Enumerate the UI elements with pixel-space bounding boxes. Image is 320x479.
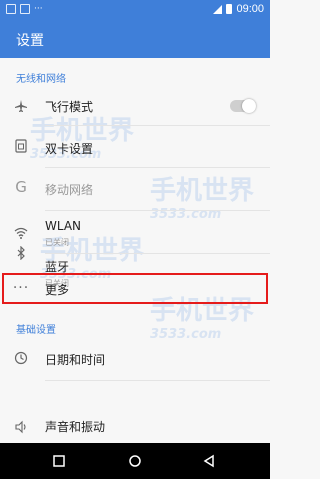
- row-label: 双卡设置: [45, 142, 94, 156]
- section-header-basic: 基础设置: [16, 325, 56, 336]
- settings-row-sound[interactable]: 声音和振动: [0, 412, 270, 442]
- status-time: 09:00: [236, 3, 264, 15]
- signal-icon: [213, 4, 223, 14]
- divider: [45, 125, 270, 126]
- divider: [45, 167, 270, 168]
- clock-icon: [12, 349, 30, 367]
- row-label: 声音和振动: [45, 420, 106, 434]
- bluetooth-icon: [12, 244, 30, 262]
- highlight-annotation: [2, 273, 268, 304]
- app-bar: 设置: [0, 20, 270, 58]
- recent-apps-button[interactable]: [50, 452, 68, 470]
- page-title: 设置: [16, 33, 44, 49]
- status-bar: ··· 09:00: [0, 0, 270, 20]
- row-label: 移动网络: [45, 183, 94, 197]
- back-button[interactable]: [200, 452, 218, 470]
- airplane-icon: [12, 97, 30, 115]
- row-label: 飞行模式: [45, 100, 94, 114]
- notification-icons: ···: [6, 4, 43, 14]
- settings-row-airplane-mode[interactable]: 飞行模式: [0, 93, 270, 120]
- settings-row-date-time[interactable]: 日期和时间: [0, 342, 270, 374]
- divider: [45, 380, 270, 381]
- system-navigation-bar: [0, 443, 270, 479]
- airplane-mode-toggle[interactable]: [230, 99, 256, 113]
- section-header-wireless: 无线和网络: [16, 74, 66, 85]
- divider: [45, 210, 270, 211]
- home-button[interactable]: [126, 452, 144, 470]
- toggle-knob: [242, 99, 256, 113]
- row-label: 日期和时间: [45, 353, 106, 367]
- image-notification-icon: [20, 4, 30, 14]
- settings-row-mobile-network[interactable]: G 移动网络: [0, 172, 270, 204]
- more-notifications-icon: ···: [34, 4, 43, 14]
- speaker-icon: [12, 418, 30, 436]
- mobile-network-icon: G: [15, 178, 27, 196]
- battery-icon: [226, 4, 233, 14]
- sim-card-icon: [12, 137, 30, 155]
- settings-row-dual-sim[interactable]: 双卡设置: [0, 130, 270, 162]
- image-notification-icon: [6, 4, 16, 14]
- settings-row-bluetooth[interactable]: 蓝牙: [0, 231, 270, 274]
